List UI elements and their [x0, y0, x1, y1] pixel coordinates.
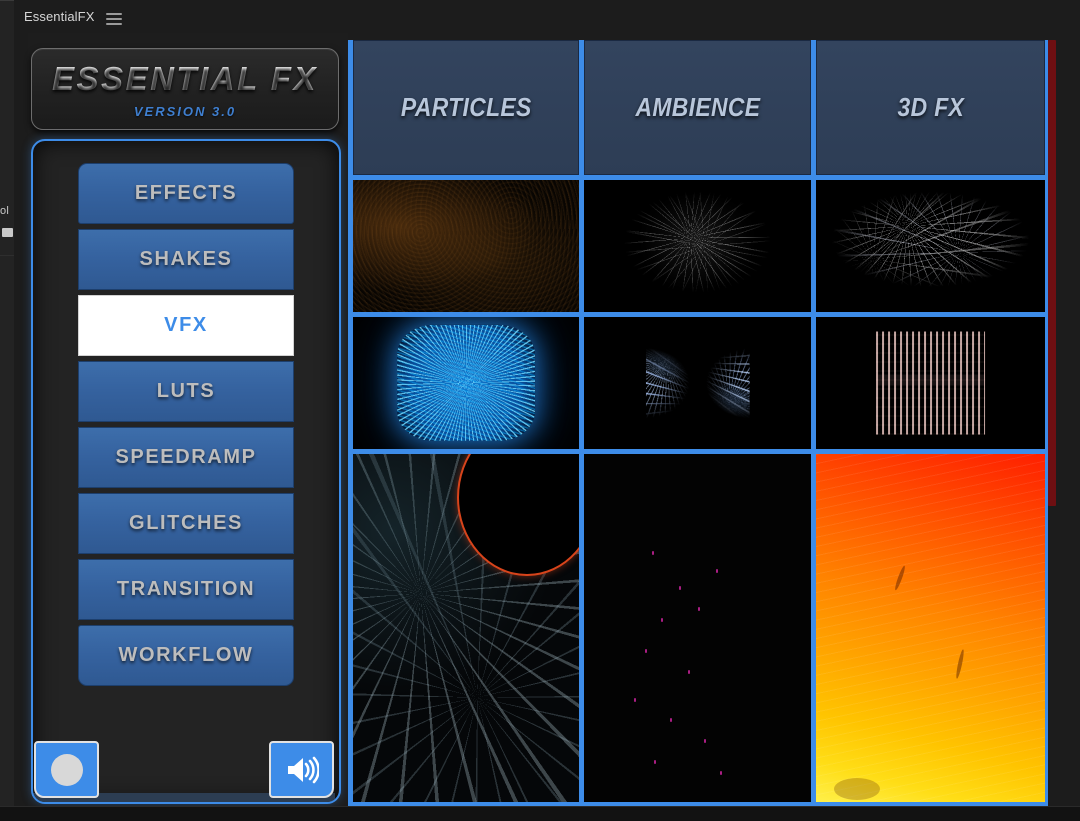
sidebar-footer-controls	[33, 738, 335, 802]
star-field-preview	[816, 180, 1045, 312]
category-tab-label: AMBIENCE	[635, 92, 760, 122]
speaker-volume-icon[interactable]	[269, 741, 334, 798]
preset-thumb-dark-embers[interactable]	[584, 454, 811, 802]
category-tab-label: 3D FX	[897, 92, 964, 122]
sidebar-item-vfx[interactable]: VFX	[78, 295, 294, 356]
preset-thumb-star-field[interactable]	[816, 180, 1045, 312]
sidebar-item-speedramp[interactable]: SPEEDRAMP	[78, 427, 294, 488]
sidebar-item-label: EFFECTS	[134, 182, 238, 204]
sidebar-item-label: SPEEDRAMP	[115, 446, 257, 468]
grid-header-row: PARTICLES AMBIENCE 3D FX	[348, 40, 1050, 175]
preset-grid: PARTICLES AMBIENCE 3D FX	[348, 40, 1050, 821]
sidebar-item-label: GLITCHES	[129, 512, 243, 534]
sidebar-nav-list: EFFECTS SHAKES VFX LUTS SPEEDRAMP GLITCH…	[78, 163, 294, 686]
hourglass-particle-preview	[645, 330, 750, 436]
preset-thumb-dust-motes[interactable]	[353, 180, 579, 312]
category-tab-3dfx[interactable]: 3D FX	[816, 40, 1045, 175]
plasma-orb-preview	[397, 324, 535, 442]
preset-thumb-glitch-grid[interactable]	[816, 317, 1045, 449]
grid-row	[348, 180, 1050, 312]
preset-thumb-plasma-orb[interactable]	[353, 317, 579, 449]
host-rail-label: ol	[0, 205, 9, 217]
dark-embers-preview	[584, 454, 811, 802]
preset-thumb-eclipse-ring[interactable]	[353, 454, 579, 802]
sidebar-item-effects[interactable]: EFFECTS	[78, 163, 294, 224]
plugin-title: EssentialFX	[24, 9, 95, 24]
record-circle-icon[interactable]	[34, 741, 99, 798]
brand-logo-plate: ESSENTIAL FX VERSION 3.0	[31, 48, 339, 130]
sidebar-item-label: SHAKES	[139, 248, 233, 270]
host-scrollbar-thumb[interactable]	[1048, 40, 1056, 506]
sidebar-item-label: LUTS	[156, 380, 216, 402]
logo-version: VERSION 3.0	[133, 103, 237, 119]
grid-row	[348, 317, 1050, 449]
dust-motes-preview	[353, 180, 579, 312]
window-bottom-frame	[0, 806, 1080, 821]
sidebar-column: ESSENTIAL FX VERSION 3.0 EFFECTS SHAKES …	[28, 33, 348, 821]
grid-row	[348, 454, 1050, 802]
sidebar-nav-shell: EFFECTS SHAKES VFX LUTS SPEEDRAMP GLITCH…	[31, 139, 341, 804]
essentialfx-plugin-panel: EssentialFX ESSENTIAL FX VERSION 3.0 EFF…	[14, 0, 1080, 821]
glitch-smear	[875, 374, 986, 386]
sidebar-item-workflow[interactable]: WORKFLOW	[78, 625, 294, 686]
sidebar-item-glitches[interactable]: GLITCHES	[78, 493, 294, 554]
preset-thumb-snow-burst[interactable]	[584, 180, 811, 312]
category-tab-particles[interactable]: PARTICLES	[353, 40, 579, 175]
record-dot	[50, 753, 83, 786]
category-tab-ambience[interactable]: AMBIENCE	[584, 40, 811, 175]
fire-streaks	[816, 454, 1045, 802]
sidebar-item-label: TRANSITION	[116, 578, 256, 600]
glitch-grid-preview	[875, 331, 986, 435]
sidebar-item-label: WORKFLOW	[118, 644, 254, 666]
sidebar-item-shakes[interactable]: SHAKES	[78, 229, 294, 290]
hamburger-menu-icon[interactable]	[106, 13, 122, 25]
preset-thumb-fire-gradient[interactable]	[816, 454, 1045, 802]
sidebar-item-transition[interactable]: TRANSITION	[78, 559, 294, 620]
category-tab-label: PARTICLES	[400, 92, 532, 122]
snow-burst-preview	[584, 180, 811, 312]
sidebar-item-luts[interactable]: LUTS	[78, 361, 294, 422]
fire-gradient-preview	[816, 454, 1045, 802]
panel-icon	[2, 228, 13, 237]
logo-title: ESSENTIAL FX	[52, 59, 318, 97]
sidebar-item-label: VFX	[164, 314, 208, 336]
plugin-titlebar: EssentialFX	[14, 0, 1080, 33]
preset-thumb-hourglass-particle[interactable]	[584, 317, 811, 449]
